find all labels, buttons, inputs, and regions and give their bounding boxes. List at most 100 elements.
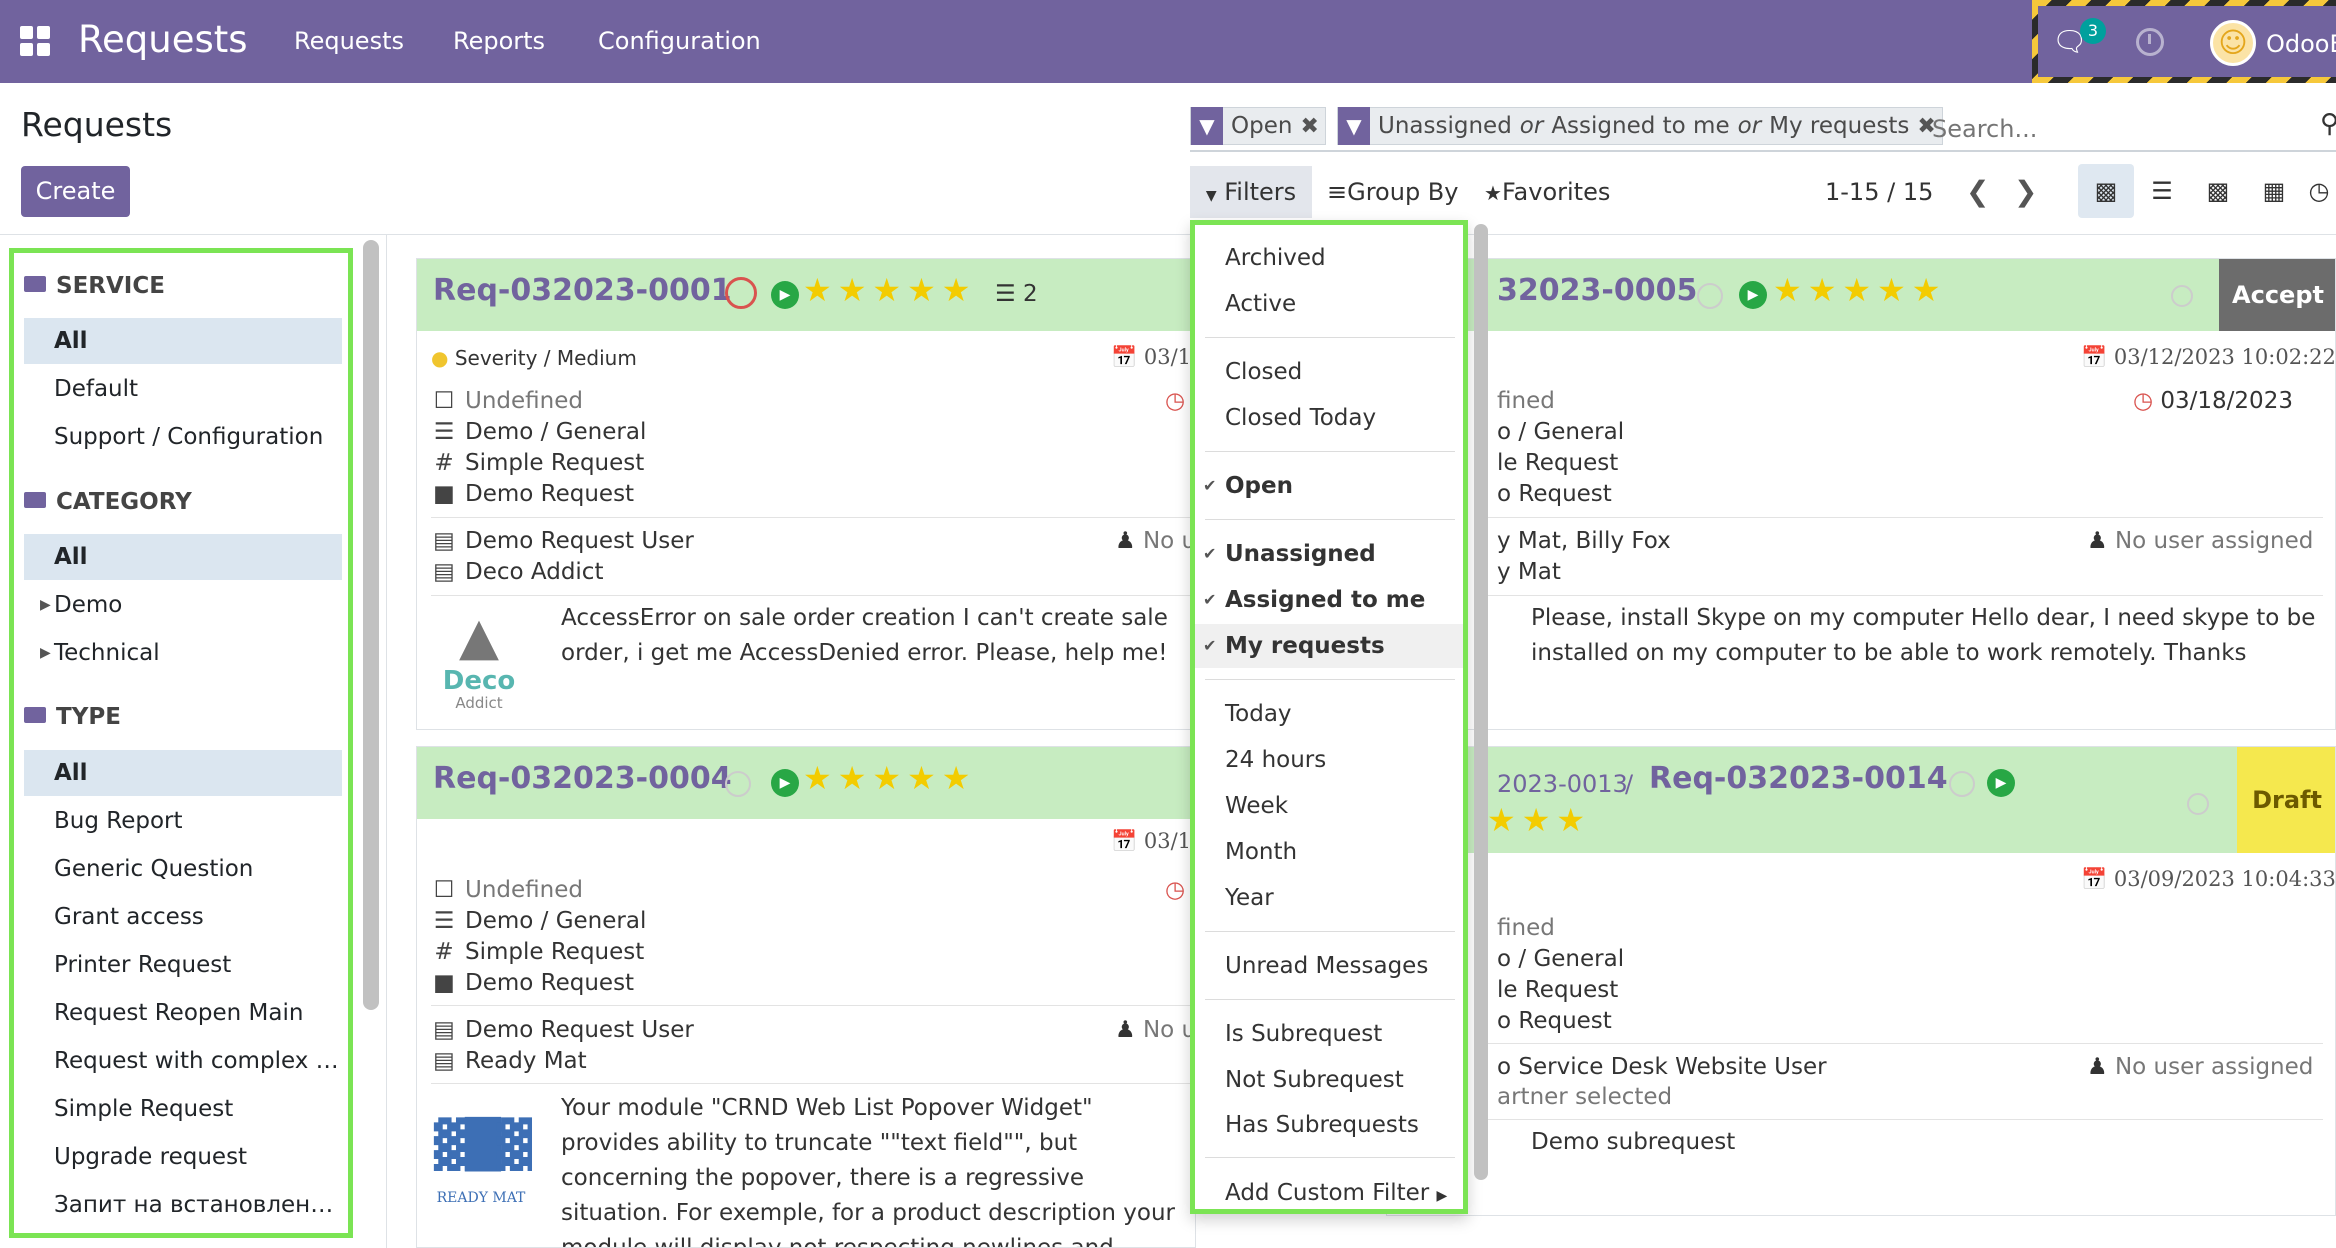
- play-icon[interactable]: ▶: [771, 769, 799, 797]
- request-card[interactable]: 2023-0013 / Req-032023-0014 ▶ ★★★ Draft …: [1386, 746, 2336, 1216]
- filter-year[interactable]: Year: [1195, 876, 1463, 920]
- type-bug-report[interactable]: Bug Report: [24, 798, 342, 844]
- create-button[interactable]: Create: [21, 166, 130, 217]
- category-demo[interactable]: ▶ Demo: [24, 582, 342, 628]
- apps-menu-icon[interactable]: [20, 26, 50, 56]
- type-upgrade-request[interactable]: Upgrade request: [24, 1134, 342, 1180]
- category: o / General: [1497, 419, 1625, 445]
- kanban-state-icon[interactable]: [2187, 793, 2209, 815]
- type-printer-request[interactable]: Printer Request: [24, 942, 342, 988]
- graph-view-icon[interactable]: ▩: [2190, 164, 2246, 218]
- facet-remove-icon[interactable]: ✖: [1300, 114, 1318, 139]
- play-icon[interactable]: ▶: [771, 281, 799, 309]
- user-avatar[interactable]: ☺: [2210, 20, 2256, 66]
- play-icon[interactable]: ▶: [1739, 281, 1767, 309]
- request-card[interactable]: Req-032023-0004 ▶ ★★★★★ 📅 03/1 ☐ Undefine…: [416, 746, 1196, 1248]
- section-title: TYPE: [56, 704, 121, 730]
- category-label: Demo: [54, 592, 123, 618]
- list-view-icon[interactable]: ☰: [2134, 164, 2190, 218]
- pager-value[interactable]: 1-15 / 15: [1825, 166, 1933, 218]
- partner: y Mat: [1497, 559, 1561, 585]
- filter-assigned-to-me[interactable]: ✔ Assigned to me: [1195, 578, 1463, 622]
- filter-not-subrequest[interactable]: Not Subrequest: [1195, 1058, 1463, 1102]
- activity-view-icon[interactable]: ◷: [2302, 164, 2336, 218]
- priority-stars[interactable]: ★★★: [1487, 801, 1591, 839]
- deadline-clock-icon[interactable]: [1949, 771, 1975, 797]
- category-all[interactable]: All: [24, 534, 342, 580]
- filter-my-requests[interactable]: ✔ My requests: [1195, 624, 1463, 668]
- type-generic-question[interactable]: Generic Question: [24, 846, 342, 892]
- severity-dot-icon: ●: [431, 346, 449, 370]
- caret-right-icon[interactable]: ▶: [40, 630, 51, 676]
- filters-button[interactable]: ▼ Filters: [1190, 166, 1312, 218]
- favorites-button[interactable]: ★Favorites: [1484, 166, 1610, 219]
- type-all[interactable]: All: [24, 750, 342, 796]
- sidebar-scrollbar[interactable]: [363, 240, 379, 1010]
- type-request-reopen-main[interactable]: Request Reopen Main: [24, 990, 342, 1036]
- caret-right-icon[interactable]: ▶: [40, 582, 51, 628]
- search-input[interactable]: [1932, 111, 2312, 147]
- menu-requests[interactable]: Requests: [294, 24, 404, 58]
- filter-unread-messages[interactable]: Unread Messages: [1195, 944, 1463, 988]
- pager-next-icon[interactable]: ❯: [2014, 166, 2037, 218]
- service-default[interactable]: Default: [24, 366, 342, 412]
- deadline-clock-icon[interactable]: [1697, 283, 1723, 309]
- groupby-button[interactable]: ≡Group By: [1327, 166, 1458, 218]
- menu-reports[interactable]: Reports: [453, 24, 545, 58]
- filter-open[interactable]: ✔ Open: [1195, 464, 1463, 508]
- filter-today[interactable]: Today: [1195, 692, 1463, 736]
- filter-24-hours[interactable]: 24 hours: [1195, 738, 1463, 782]
- type-simple-request[interactable]: Simple Request: [24, 1086, 342, 1132]
- facet-open: ▼ Open ✖: [1190, 107, 1326, 145]
- category-technical[interactable]: ▶ Technical: [24, 630, 342, 676]
- search-icon[interactable]: ⚲: [2320, 109, 2336, 139]
- type-request-complex[interactable]: Request with complex …: [24, 1038, 342, 1084]
- type-install-request[interactable]: Запит на встановлен…: [24, 1182, 342, 1228]
- kind-value: fined: [1497, 388, 1555, 414]
- add-custom-filter[interactable]: Add Custom Filter ▶: [1195, 1171, 1463, 1209]
- request-ref[interactable]: Req-032023-0001: [433, 273, 732, 308]
- filter-is-subrequest[interactable]: Is Subrequest: [1195, 1012, 1463, 1056]
- activity-clock-icon[interactable]: [2136, 28, 2164, 56]
- priority-stars[interactable]: ★★★★★: [803, 759, 976, 797]
- deadline-clock-icon[interactable]: [725, 771, 751, 797]
- hashtag-icon: #: [434, 450, 454, 476]
- request-card[interactable]: 32023-0005 ▶ ★★★★★ Accept 📅 03/12/2023 1…: [1386, 258, 2336, 730]
- priority-stars[interactable]: ★★★★★: [803, 271, 976, 309]
- app-name[interactable]: Requests: [78, 14, 248, 66]
- filter-closed[interactable]: Closed: [1195, 350, 1463, 394]
- filter-month[interactable]: Month: [1195, 830, 1463, 874]
- user-name[interactable]: OdooBot: [2266, 30, 2336, 58]
- filter-week[interactable]: Week: [1195, 784, 1463, 828]
- facet-or: or: [1519, 113, 1544, 139]
- check-icon: ✔: [1203, 590, 1217, 609]
- service-support[interactable]: Support / Configuration: [24, 414, 342, 460]
- play-icon[interactable]: ▶: [1987, 769, 2015, 797]
- kanban-state-icon[interactable]: [2171, 285, 2193, 307]
- draft-button[interactable]: Draft: [2237, 747, 2335, 853]
- menu-configuration[interactable]: Configuration: [598, 24, 761, 58]
- separator: [1487, 1119, 2323, 1120]
- type-grant-access[interactable]: Grant access: [24, 894, 342, 940]
- request-card[interactable]: Req-032023-0001 ▶ ★★★★★ ☰ 2 ● Severity /…: [416, 258, 1196, 730]
- filter-closed-today[interactable]: Closed Today: [1195, 396, 1463, 440]
- request-ref[interactable]: Req-032023-0014: [1649, 761, 1948, 796]
- pivot-view-icon[interactable]: ▦: [2246, 164, 2302, 218]
- deadline-clock-icon[interactable]: [725, 277, 757, 309]
- request-ref[interactable]: 32023-0005: [1497, 273, 1697, 308]
- menu-divider: [1205, 337, 1455, 338]
- chat-badge: 3: [2080, 18, 2106, 44]
- accept-button[interactable]: Accept: [2219, 259, 2335, 331]
- parent-ref[interactable]: 2023-0013: [1497, 769, 1628, 800]
- service-all[interactable]: All: [24, 318, 342, 364]
- filter-has-subrequests[interactable]: Has Subrequests: [1195, 1103, 1463, 1147]
- kanban-view-icon[interactable]: ▩: [2078, 164, 2134, 218]
- filter-active[interactable]: Active: [1195, 282, 1463, 326]
- pager-prev-icon[interactable]: ❮: [1966, 166, 1989, 218]
- date-value: 03/1: [1143, 345, 1192, 369]
- request-ref[interactable]: Req-032023-0004: [433, 761, 732, 796]
- priority-stars[interactable]: ★★★★★: [1773, 271, 1946, 309]
- dropdown-scrollbar[interactable]: [1474, 224, 1488, 1180]
- filter-unassigned[interactable]: ✔ Unassigned: [1195, 532, 1463, 576]
- filter-archived[interactable]: Archived: [1195, 236, 1463, 280]
